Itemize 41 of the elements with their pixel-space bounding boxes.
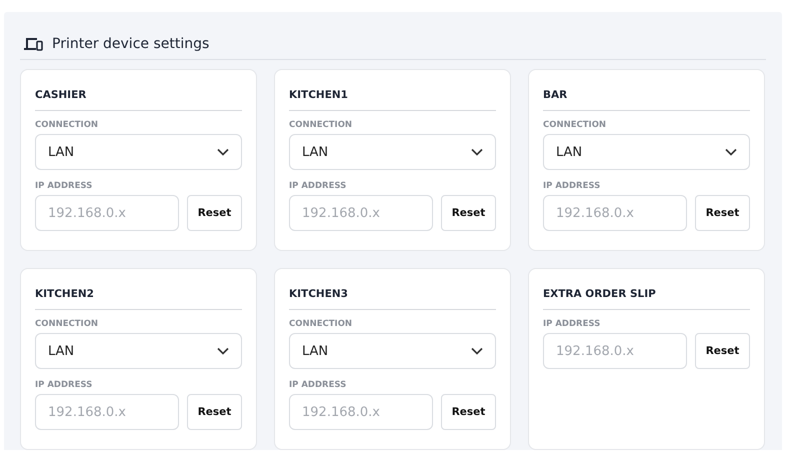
- field-label: CONNECTION: [543, 120, 608, 130]
- field-label: IP ADDRESS: [289, 181, 348, 191]
- ip-address-field[interactable]: 192.168.0.x: [543, 195, 687, 231]
- reset-button[interactable]: Reset: [695, 333, 750, 369]
- connection-dropdown[interactable]: LAN: [35, 134, 242, 170]
- chevron-down-icon: [217, 347, 229, 355]
- connection-dropdown[interactable]: LAN: [543, 134, 750, 170]
- card-title: KITCHEN3: [289, 283, 496, 310]
- field-label: CONNECTION: [289, 120, 354, 130]
- card-title: EXTRA ORDER SLIP: [543, 283, 750, 310]
- chevron-down-icon: [725, 148, 737, 156]
- field-label: IP ADDRESS: [35, 380, 94, 390]
- field-label: IP ADDRESS: [543, 181, 602, 191]
- reset-button[interactable]: Reset: [187, 195, 242, 231]
- chevron-down-icon: [471, 347, 483, 355]
- card-title: BAR: [543, 84, 750, 111]
- ip-address-field[interactable]: 192.168.0.x: [543, 333, 687, 369]
- field-label: CONNECTION: [289, 319, 354, 329]
- card-title: CASHIER: [35, 84, 242, 111]
- devices-icon: [24, 36, 43, 50]
- ip-address-field[interactable]: 192.168.0.x: [35, 195, 179, 231]
- card-title: KITCHEN2: [35, 283, 242, 310]
- field-label: CONNECTION: [35, 120, 100, 130]
- connection-dropdown[interactable]: LAN: [35, 333, 242, 369]
- ip-address-field[interactable]: 192.168.0.x: [35, 394, 179, 430]
- connection-dropdown[interactable]: LAN: [289, 134, 496, 170]
- field-label: IP ADDRESS: [289, 380, 348, 390]
- field-label: CONNECTION: [35, 319, 100, 329]
- field-label: IP ADDRESS: [543, 319, 602, 329]
- connection-dropdown[interactable]: LAN: [289, 333, 496, 369]
- reset-button[interactable]: Reset: [441, 394, 496, 430]
- chevron-down-icon: [217, 148, 229, 156]
- ip-address-field[interactable]: 192.168.0.x: [289, 195, 433, 231]
- reset-button[interactable]: Reset: [187, 394, 242, 430]
- field-label: IP ADDRESS: [35, 181, 94, 191]
- reset-button[interactable]: Reset: [695, 195, 750, 231]
- reset-button[interactable]: Reset: [441, 195, 496, 231]
- card-title: KITCHEN1: [289, 84, 496, 111]
- chevron-down-icon: [471, 148, 483, 156]
- panel-title: Printer device settings: [52, 36, 210, 52]
- ip-address-field[interactable]: 192.168.0.x: [289, 394, 433, 430]
